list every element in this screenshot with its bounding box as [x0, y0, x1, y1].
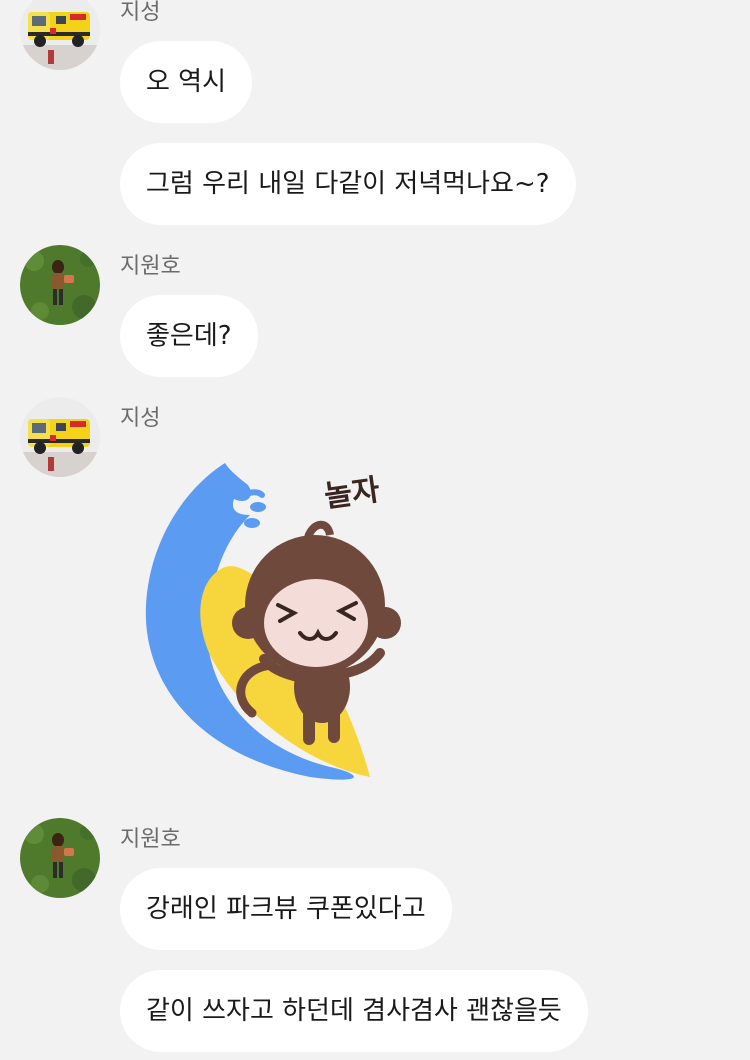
avatar-jisung[interactable] — [20, 0, 100, 70]
message-bubble[interactable]: 같이 쓰자고 하던데 겸사겸사 괜찮을듯 — [120, 970, 588, 1052]
ambulance-avatar-icon — [20, 0, 100, 70]
avatar-jiwonho[interactable] — [20, 818, 100, 898]
sender-name: 지원호 — [120, 254, 181, 279]
message-bubble[interactable]: 오 역시 — [120, 41, 253, 123]
sender-name: 지원호 — [120, 827, 181, 852]
message-bubble[interactable]: 좋은데? — [120, 295, 258, 377]
message-bubble[interactable]: 그럼 우리 내일 다같이 저녁먹나요~? — [120, 143, 576, 225]
monkey-surfing-icon: 놀자 — [145, 463, 401, 780]
avatar-jiwonho[interactable] — [20, 245, 100, 325]
chat-thread: 지성 오 역시 그럼 우리 내일 다같이 저녁먹나요~? 지원호 좋은데? 지성… — [0, 0, 750, 1060]
sender-name: 지성 — [120, 406, 161, 431]
person-on-grass-avatar-icon — [20, 818, 100, 898]
sender-name: 지성 — [120, 0, 161, 25]
ambulance-avatar-icon — [20, 397, 100, 477]
person-on-grass-avatar-icon — [20, 245, 100, 325]
avatar-jisung[interactable] — [20, 397, 100, 477]
message-bubble[interactable]: 강래인 파크뷰 쿠폰있다고 — [120, 868, 452, 950]
sticker-caption: 놀자 — [322, 473, 382, 515]
monkey-surfing-sticker[interactable]: 놀자 — [130, 455, 410, 785]
